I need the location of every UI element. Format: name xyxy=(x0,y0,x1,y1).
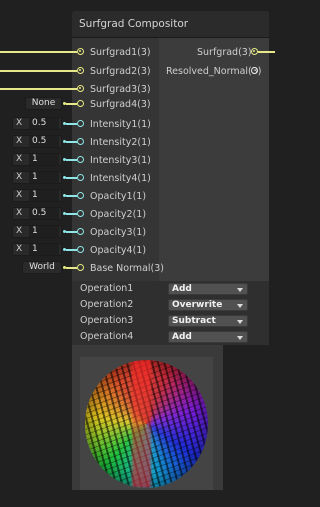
port-intensity2[interactable] xyxy=(77,138,84,145)
wire-stub-opacity4 xyxy=(66,249,77,251)
intensity2-field[interactable]: X 0.5 xyxy=(12,135,62,148)
axis-label: X xyxy=(16,190,23,200)
input-label-surfgrad2: Surfgrad2(3) xyxy=(90,66,151,77)
port-out-resolved-normal[interactable] xyxy=(251,67,258,74)
input-label-surfgrad3: Surfgrad3(3) xyxy=(90,84,151,95)
operation4-label: Operation4 xyxy=(80,331,134,342)
chevron-down-icon xyxy=(237,304,243,308)
port-intensity3[interactable] xyxy=(77,156,84,163)
operation3-value: Subtract xyxy=(172,316,216,326)
chevron-down-icon xyxy=(237,336,243,340)
opacity2-value[interactable]: 0.5 xyxy=(29,208,59,219)
port-intensity4[interactable] xyxy=(77,174,84,181)
port-base-normal[interactable] xyxy=(77,264,84,271)
axis-label: X xyxy=(16,136,23,146)
input-label-opacity4: Opacity4(1) xyxy=(90,245,147,256)
axis-label: X xyxy=(16,172,23,182)
wire-stub-opacity2 xyxy=(66,213,77,215)
axis-label: X xyxy=(16,118,23,128)
wire-stub-intensity2 xyxy=(66,141,77,143)
input-label-intensity2: Intensity2(1) xyxy=(90,137,151,148)
opacity3-field[interactable]: X1 xyxy=(12,225,62,238)
output-label-surfgrad: Surfgrad(3) xyxy=(197,47,252,58)
input-label-intensity1: Intensity1(1) xyxy=(90,119,151,130)
wire-stub-intensity4 xyxy=(66,177,77,179)
port-out-surfgrad[interactable] xyxy=(251,48,258,55)
output-label-resolved-normal: Resolved_Normal(3) xyxy=(166,66,262,77)
input-label-opacity2: Opacity2(1) xyxy=(90,209,147,220)
opacity1-value[interactable]: 1 xyxy=(29,190,59,201)
operation4-value: Add xyxy=(172,332,192,342)
intensity1-value[interactable]: 0.5 xyxy=(29,118,59,129)
opacity4-field[interactable]: X1 xyxy=(12,243,62,256)
input-label-base-normal: Base Normal(3) xyxy=(90,263,164,274)
port-intensity1[interactable] xyxy=(77,120,84,127)
axis-label: X xyxy=(16,244,23,254)
wire-surfgrad3[interactable] xyxy=(0,88,77,90)
wire-stub-opacity1 xyxy=(66,195,77,197)
axis-label: X xyxy=(16,208,23,218)
operation1-dropdown[interactable]: Add xyxy=(168,283,248,295)
input-label-intensity4: Intensity4(1) xyxy=(90,173,151,184)
intensity1-field[interactable]: X 0.5 xyxy=(12,117,62,130)
wire-surfgrad1[interactable] xyxy=(0,51,77,53)
opacity4-value[interactable]: 1 xyxy=(29,244,59,255)
intensity4-field[interactable]: X1 xyxy=(12,171,62,184)
port-surfgrad4[interactable] xyxy=(77,100,84,107)
chevron-down-icon xyxy=(237,288,243,292)
chevron-down-icon xyxy=(237,320,243,324)
preview-sphere xyxy=(85,360,208,488)
wire-surfgrad2[interactable] xyxy=(0,70,77,72)
opacity3-value[interactable]: 1 xyxy=(29,226,59,237)
node-title-bar[interactable]: Surfgrad Compositor xyxy=(72,11,269,38)
operation2-dropdown[interactable]: Overwrite xyxy=(168,299,248,311)
port-surfgrad3[interactable] xyxy=(77,85,84,92)
wire-stub-base-normal xyxy=(66,267,77,269)
input-label-intensity3: Intensity3(1) xyxy=(90,155,151,166)
wire-surfgrad-out[interactable] xyxy=(258,51,275,53)
base-normal-default-value: World xyxy=(29,262,55,272)
port-opacity1[interactable] xyxy=(77,192,84,199)
opacity1-field[interactable]: X1 xyxy=(12,189,62,202)
intensity4-value[interactable]: 1 xyxy=(29,172,59,183)
node-title: Surfgrad Compositor xyxy=(79,18,189,30)
intensity3-field[interactable]: X1 xyxy=(12,153,62,166)
port-surfgrad1[interactable] xyxy=(77,48,84,55)
wire-stub-intensity1 xyxy=(66,123,77,125)
operation2-label: Operation2 xyxy=(80,299,134,310)
intensity3-value[interactable]: 1 xyxy=(29,154,59,165)
operation1-value: Add xyxy=(172,284,192,294)
wire-stub-surfgrad4 xyxy=(66,103,77,105)
operation3-dropdown[interactable]: Subtract xyxy=(168,315,248,327)
port-opacity3[interactable] xyxy=(77,228,84,235)
axis-label: X xyxy=(16,154,23,164)
wire-stub-intensity3 xyxy=(66,159,77,161)
axis-label: X xyxy=(16,226,23,236)
input-label-opacity1: Opacity1(1) xyxy=(90,191,147,202)
port-surfgrad2[interactable] xyxy=(77,67,84,74)
port-opacity2[interactable] xyxy=(77,210,84,217)
input-label-surfgrad1: Surfgrad1(3) xyxy=(90,47,151,58)
operation1-label: Operation1 xyxy=(80,283,134,294)
operation3-label: Operation3 xyxy=(80,315,134,326)
surfgrad4-default-value: None xyxy=(31,98,56,108)
base-normal-default-field[interactable]: World xyxy=(22,261,62,274)
port-opacity4[interactable] xyxy=(77,246,84,253)
operation2-value: Overwrite xyxy=(172,300,223,310)
surfgrad4-default-field[interactable]: None xyxy=(25,97,62,110)
intensity2-value[interactable]: 0.5 xyxy=(29,136,59,147)
wire-stub-opacity3 xyxy=(66,231,77,233)
opacity2-field[interactable]: X 0.5 xyxy=(12,207,62,220)
input-label-surfgrad4: Surfgrad4(3) xyxy=(90,99,151,110)
input-label-opacity3: Opacity3(1) xyxy=(90,227,147,238)
operation4-dropdown[interactable]: Add xyxy=(168,331,248,343)
